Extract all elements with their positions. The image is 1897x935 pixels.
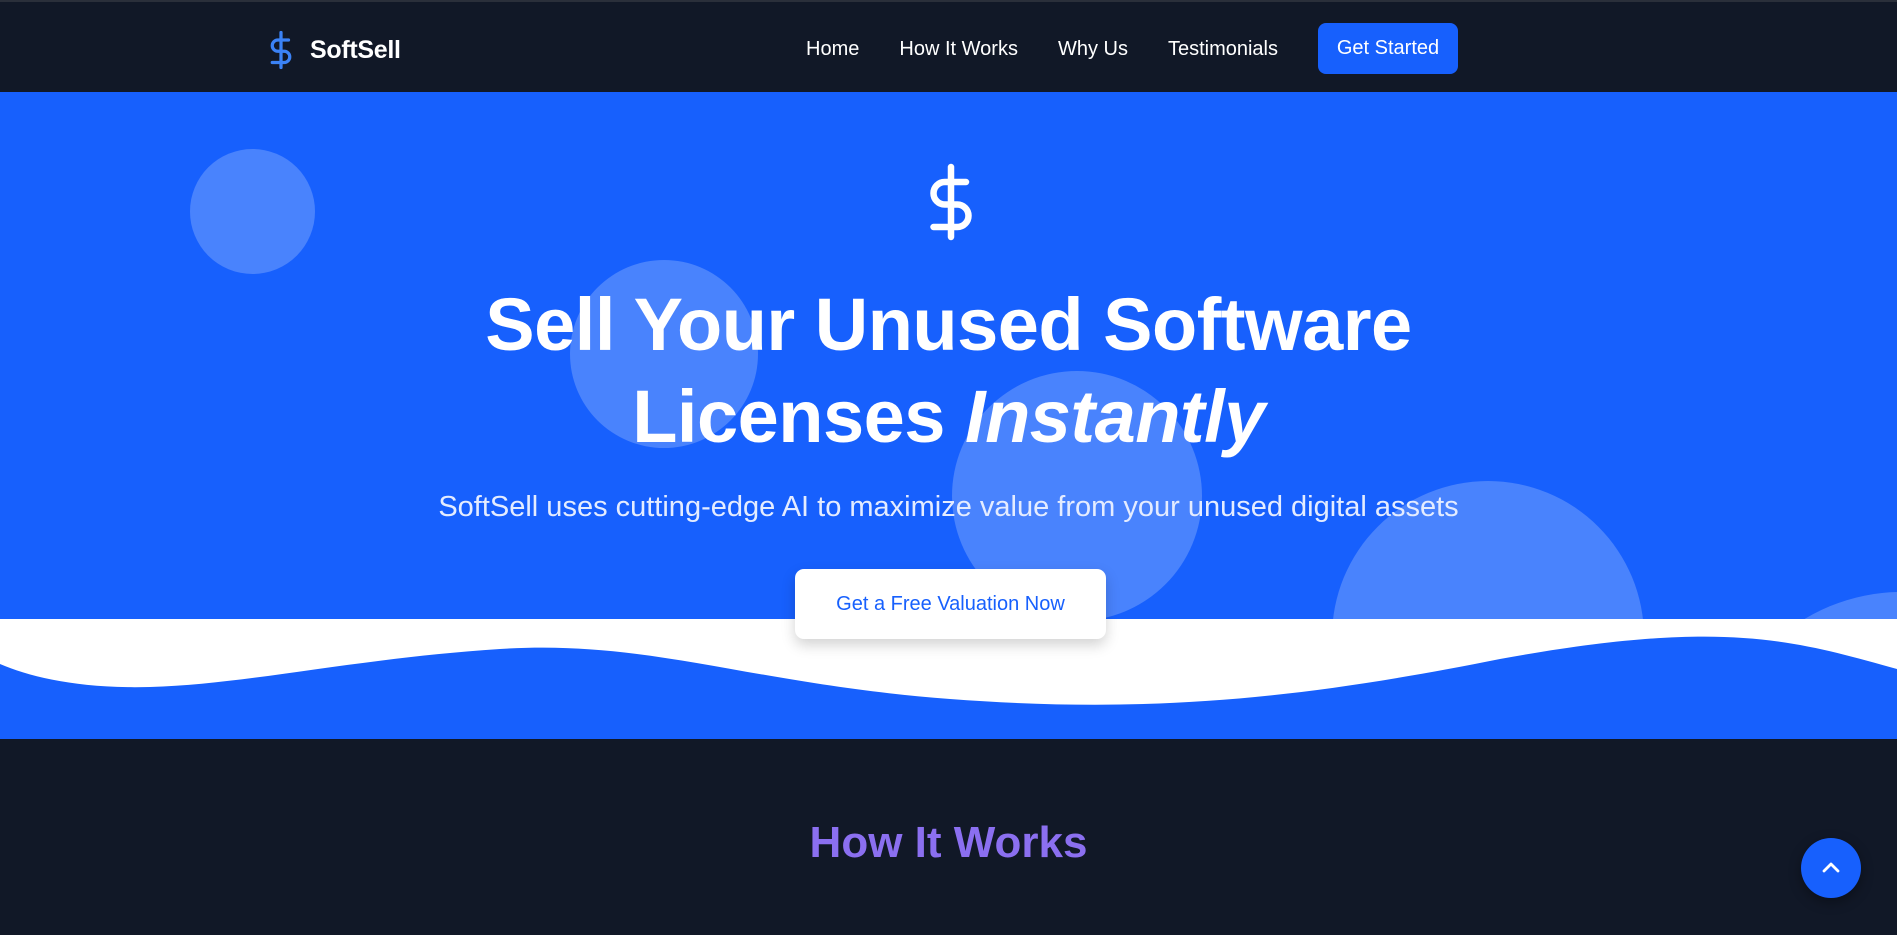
scroll-to-top-button[interactable] (1801, 838, 1861, 898)
hero-title-line-1: Sell Your Unused Software (485, 283, 1412, 366)
nav-link-testimonials[interactable]: Testimonials (1168, 24, 1278, 74)
hero-subtitle: SoftSell uses cutting-edge AI to maximiz… (438, 491, 1459, 523)
dollar-sign-icon (930, 163, 972, 241)
dollar-sign-icon (270, 30, 292, 70)
nav-link-home[interactable]: Home (806, 24, 859, 74)
decorative-circle (190, 149, 315, 274)
free-valuation-button[interactable]: Get a Free Valuation Now (795, 569, 1106, 639)
how-it-works-heading: How It Works (809, 818, 1088, 867)
main-nav: Home How It Works Why Us Testimonials Ge… (806, 23, 1458, 74)
brand-logo[interactable]: SoftSell (266, 30, 401, 70)
hero-title-line-2: Licenses (632, 375, 945, 458)
navbar: SoftSell Home How It Works Why Us Testim… (0, 0, 1897, 92)
hero-title-emphasis: Instantly (965, 375, 1265, 458)
nav-link-why-us[interactable]: Why Us (1058, 24, 1128, 74)
brand-name: SoftSell (310, 35, 401, 64)
hero-title: Sell Your Unused Software Licenses Insta… (0, 279, 1897, 463)
chevron-up-icon (1822, 862, 1840, 873)
nav-link-how-it-works[interactable]: How It Works (899, 24, 1018, 74)
get-started-button[interactable]: Get Started (1318, 23, 1458, 74)
hero-section: Sell Your Unused Software Licenses Insta… (0, 92, 1897, 739)
